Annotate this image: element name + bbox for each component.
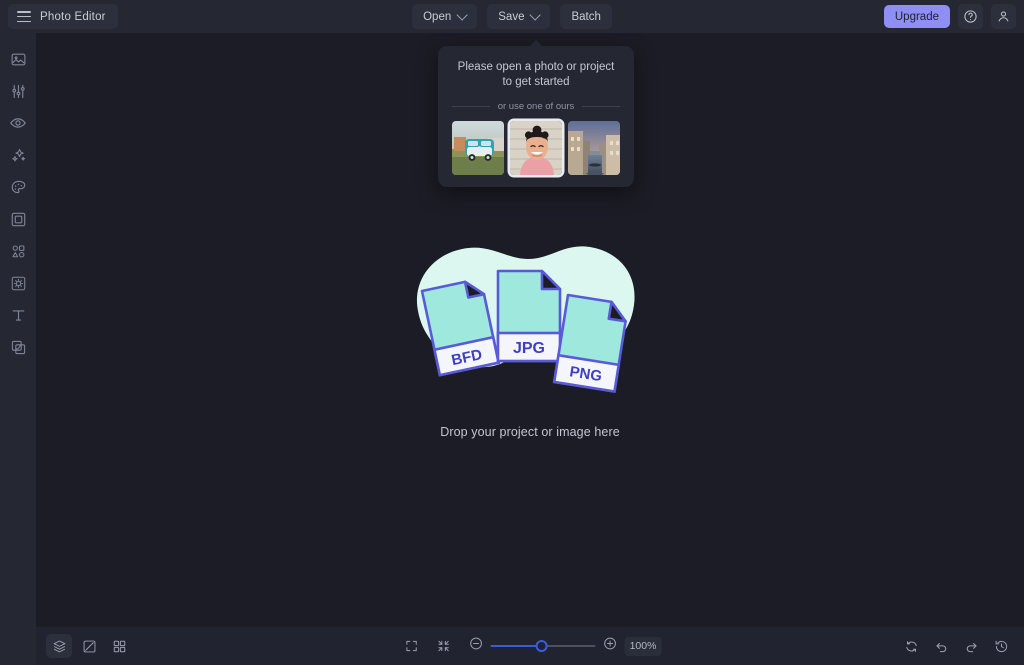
sample-thumbnail-portrait[interactable] xyxy=(510,121,562,175)
sparkles-icon xyxy=(10,147,27,164)
editor-canvas[interactable]: Please open a photo or project to get st… xyxy=(36,33,1024,627)
topbar-center-group: Open Save Batch xyxy=(412,4,612,29)
file-label-jpg: JPG xyxy=(513,340,545,357)
sidebar-item-frame[interactable] xyxy=(4,205,32,233)
zoom-slider[interactable] xyxy=(490,639,596,653)
zoom-out-button[interactable] xyxy=(469,636,484,656)
file-card-jpg: JPG xyxy=(496,269,562,363)
sidebar-item-stickers[interactable] xyxy=(4,269,32,297)
user-icon xyxy=(996,9,1011,24)
actual-size-button[interactable] xyxy=(431,634,457,658)
eye-icon xyxy=(9,114,27,132)
account-button[interactable] xyxy=(991,4,1016,29)
drop-zone[interactable]: BFD JPG PNG Drop your project or image h… xyxy=(36,233,1024,439)
layers-copy-icon xyxy=(10,339,27,356)
undo-icon xyxy=(934,639,949,654)
sidebar-item-effects[interactable] xyxy=(4,141,32,169)
sidebar-item-retouch[interactable] xyxy=(4,109,32,137)
divider-line-left xyxy=(452,106,490,107)
open-button[interactable]: Open xyxy=(412,4,478,29)
bottom-left-group xyxy=(46,634,132,658)
text-icon xyxy=(10,307,27,324)
batch-label: Batch xyxy=(571,10,601,23)
upgrade-button[interactable]: Upgrade xyxy=(883,5,950,28)
compare-icon xyxy=(82,639,97,654)
compare-view-button[interactable] xyxy=(76,634,102,658)
undo-button[interactable] xyxy=(928,634,954,658)
grid-view-button[interactable] xyxy=(106,634,132,658)
bottom-right-group xyxy=(898,634,1014,658)
layers-panel-button[interactable] xyxy=(46,634,72,658)
chevron-down-icon xyxy=(529,8,542,21)
top-toolbar: Photo Editor Open Save Batch Upgrade xyxy=(0,0,1024,33)
help-button[interactable] xyxy=(958,4,983,29)
sliders-icon xyxy=(10,83,27,100)
file-card-png: PNG xyxy=(552,293,627,393)
zoom-level-value[interactable]: 100% xyxy=(624,636,662,656)
zoom-slider-handle[interactable] xyxy=(535,640,548,652)
question-circle-icon xyxy=(963,9,978,24)
image-icon xyxy=(10,51,27,68)
stack-icon xyxy=(52,639,67,654)
file-formats-illustration: BFD JPG PNG xyxy=(416,246,635,393)
tools-sidebar xyxy=(0,33,36,665)
reset-icon xyxy=(904,639,919,654)
sidebar-item-text[interactable] xyxy=(4,301,32,329)
sidebar-item-shapes[interactable] xyxy=(4,237,32,265)
expand-corners-icon xyxy=(405,639,419,653)
topbar-right-group: Upgrade xyxy=(883,4,1016,29)
open-label: Open xyxy=(423,10,452,23)
zoom-in-button[interactable] xyxy=(603,636,618,656)
sidebar-item-adjust[interactable] xyxy=(4,77,32,105)
sample-thumbnail-canal[interactable] xyxy=(568,121,620,175)
redo-button[interactable] xyxy=(958,634,984,658)
palette-icon xyxy=(10,179,27,196)
grid-icon xyxy=(112,639,127,654)
sticker-icon xyxy=(10,275,27,292)
collapse-corners-icon xyxy=(437,639,451,653)
sample-thumbnails xyxy=(452,121,620,175)
sidebar-item-layers[interactable] xyxy=(4,333,32,361)
reset-button[interactable] xyxy=(898,634,924,658)
sidebar-item-color[interactable] xyxy=(4,173,32,201)
popover-title: Please open a photo or project to get st… xyxy=(457,61,615,88)
bottom-toolbar: 100% xyxy=(36,627,1024,665)
sidebar-item-image[interactable] xyxy=(4,45,32,73)
zoom-controls: 100% xyxy=(399,634,662,658)
history-icon xyxy=(994,639,1009,654)
shapes-icon xyxy=(10,243,27,260)
fit-screen-button[interactable] xyxy=(399,634,425,658)
popover-divider-label: or use one of ours xyxy=(497,101,575,112)
topbar-left-group: Photo Editor xyxy=(8,4,118,29)
history-button[interactable] xyxy=(988,634,1014,658)
popover-divider: or use one of ours xyxy=(452,101,621,112)
save-label: Save xyxy=(498,10,525,23)
upgrade-label: Upgrade xyxy=(894,10,939,23)
photo-editor-window: Photo Editor Open Save Batch Upgrade Ple… xyxy=(0,0,1024,665)
sample-thumbnail-vw-bus[interactable] xyxy=(452,121,504,175)
app-title: Photo Editor xyxy=(40,10,106,23)
batch-button[interactable]: Batch xyxy=(560,4,612,29)
frame-icon xyxy=(10,211,27,228)
save-button[interactable]: Save xyxy=(487,4,551,29)
chevron-down-icon xyxy=(456,8,468,21)
divider-line-right xyxy=(582,106,621,107)
hamburger-icon xyxy=(17,11,31,22)
redo-icon xyxy=(964,639,979,654)
open-prompt-popover: Please open a photo or project to get st… xyxy=(438,40,634,187)
app-menu-button[interactable]: Photo Editor xyxy=(8,4,118,29)
zoom-slider-group: 100% xyxy=(469,636,662,656)
drop-zone-text: Drop your project or image here xyxy=(440,425,620,439)
